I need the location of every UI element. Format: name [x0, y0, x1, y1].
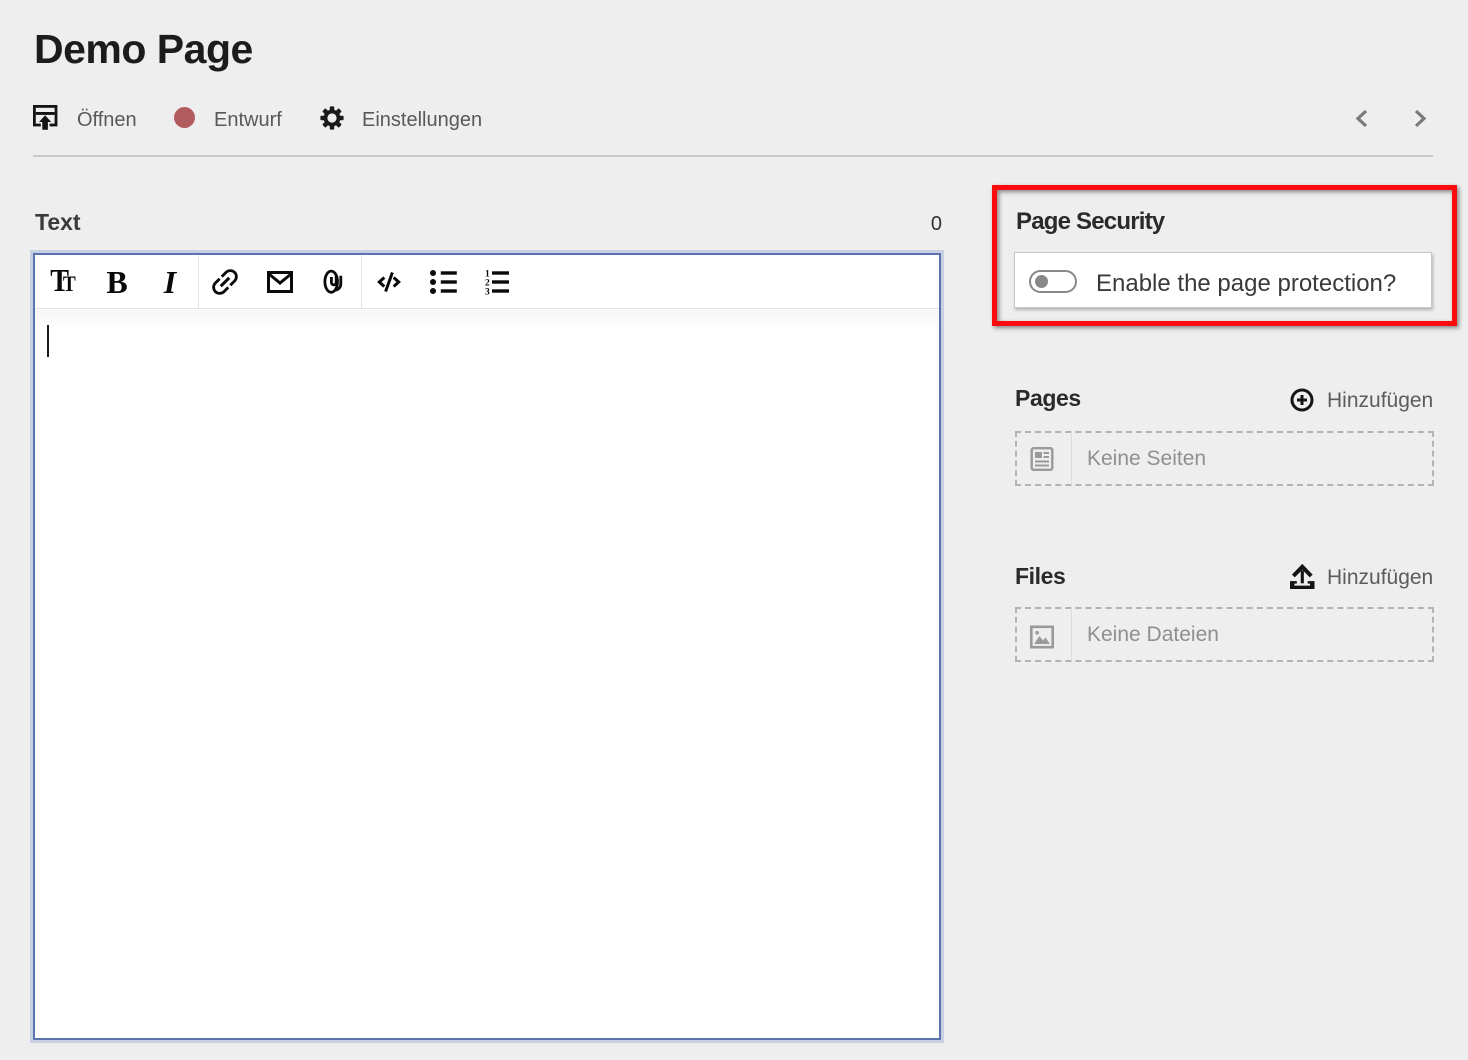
svg-text:3: 3: [485, 287, 490, 295]
